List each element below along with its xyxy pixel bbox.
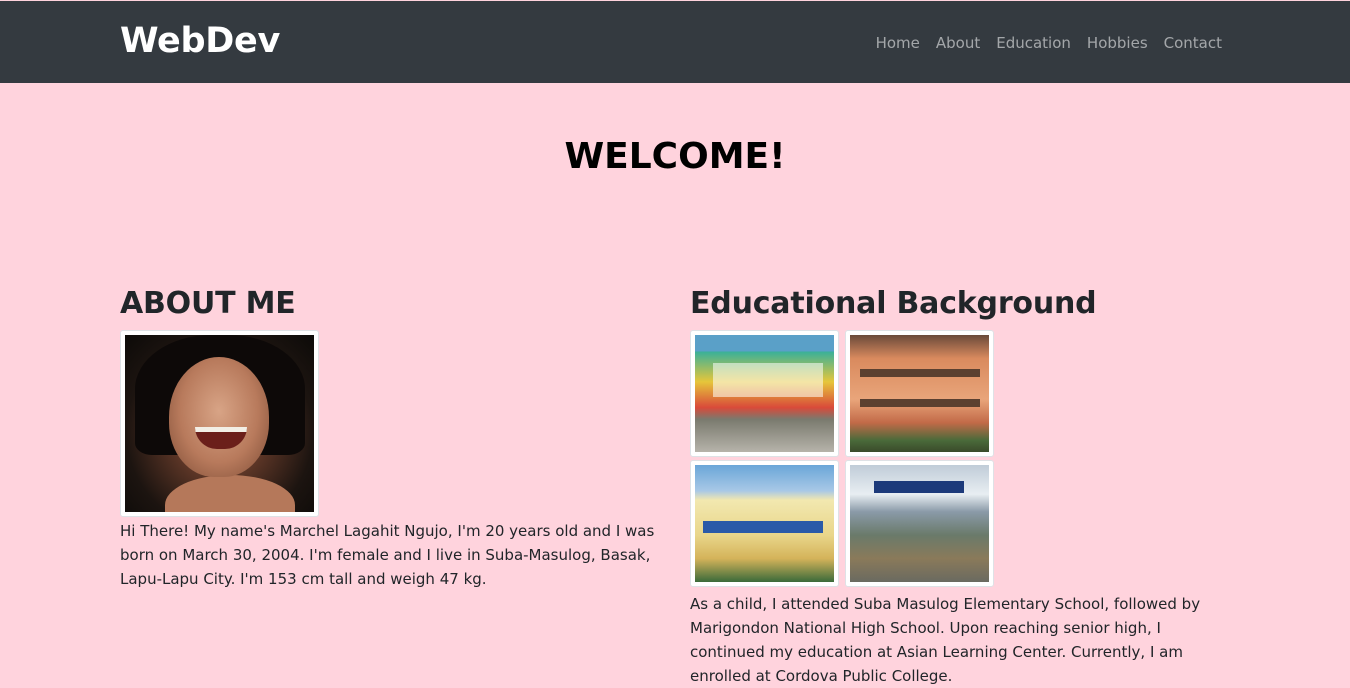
nav-link-home[interactable]: Home: [876, 32, 920, 54]
nav-link-hobbies[interactable]: Hobbies: [1087, 32, 1148, 54]
nav-menu: Home About Education Hobbies Contact: [876, 32, 1222, 54]
school-photo-senior-high: [690, 460, 839, 587]
education-section: Educational Background As a child, I att…: [690, 283, 1230, 688]
nav-link-education[interactable]: Education: [996, 32, 1071, 54]
about-heading: ABOUT ME: [120, 286, 296, 321]
school-photo-college: [845, 460, 994, 587]
about-section: ABOUT ME Hi There! My name's Marchel Lag…: [120, 283, 665, 591]
school-photo-highschool: [845, 330, 994, 457]
nav-link-about[interactable]: About: [936, 32, 980, 54]
about-text: Hi There! My name's Marchel Lagahit Nguj…: [120, 522, 655, 588]
school-photo-grid: [690, 330, 994, 587]
profile-image: [125, 335, 314, 512]
navbar: WebDev Home About Education Hobbies Cont…: [0, 1, 1350, 83]
school-photo-elementary: [690, 330, 839, 457]
profile-photo: [120, 330, 319, 517]
education-heading: Educational Background: [690, 286, 1097, 321]
nav-link-contact[interactable]: Contact: [1164, 32, 1222, 54]
welcome-heading: WELCOME!: [564, 136, 786, 177]
brand-logo[interactable]: WebDev: [120, 19, 280, 63]
education-text: As a child, I attended Suba Masulog Elem…: [690, 595, 1201, 685]
